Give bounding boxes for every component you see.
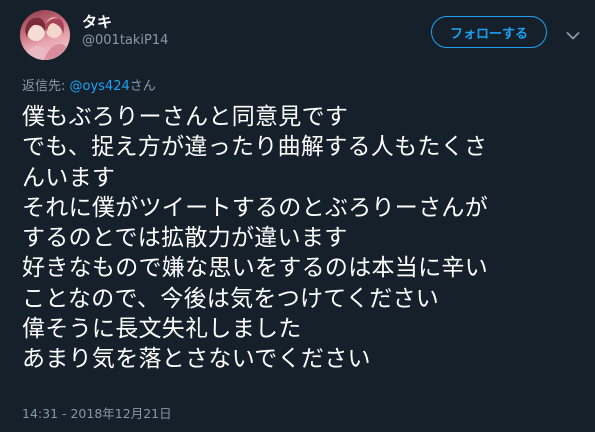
follow-button[interactable]: フォローする (431, 16, 547, 48)
tweet-text-line: するのとでは拡散力が違います (22, 225, 348, 252)
tweet-text-line: 僕もぶろりーさんと同意見です (22, 104, 349, 130)
author-display-name[interactable]: タキ (82, 11, 112, 32)
author-handle[interactable]: @001takiP14 (82, 33, 168, 48)
tweet-card: タキ @001takiP14 フォローする 返信先: @oys424さん 僕もぶ… (0, 0, 595, 432)
tweet-text-line: でも、捉え方が違ったり曲解する人もたくさ (22, 134, 488, 161)
tweet-text-line: 好きなもので嫌な思いをするのは本当に辛い (22, 255, 488, 282)
tweet-text-line: んいます (22, 164, 116, 191)
tweet-text-line: あまり気を落とさないでください (22, 346, 371, 373)
reply-context-suffix: さん (129, 79, 156, 94)
chevron-down-icon[interactable] (566, 26, 580, 40)
reply-context-prefix: 返信先: (22, 79, 70, 94)
reply-mention-link[interactable]: @oys424 (70, 79, 130, 94)
tweet-text-line: 偉そうに長文失礼しました (22, 316, 302, 343)
avatar[interactable] (20, 10, 70, 60)
tweet-text-line: ことなので、今後は気をつけてください (22, 285, 440, 312)
reply-context: 返信先: @oys424さん (22, 75, 156, 94)
tweet-text-line: それに僕がツイートするのとぶろりーさんが (22, 194, 488, 221)
avatar-image (22, 17, 70, 60)
tweet-timestamp[interactable]: 14:31 - 2018年12月21日 (22, 403, 172, 422)
tweet-text: 僕もぶろりーさんと同意見です でも、捉え方が違ったり曲解する人もたくさ んいます… (22, 102, 582, 375)
